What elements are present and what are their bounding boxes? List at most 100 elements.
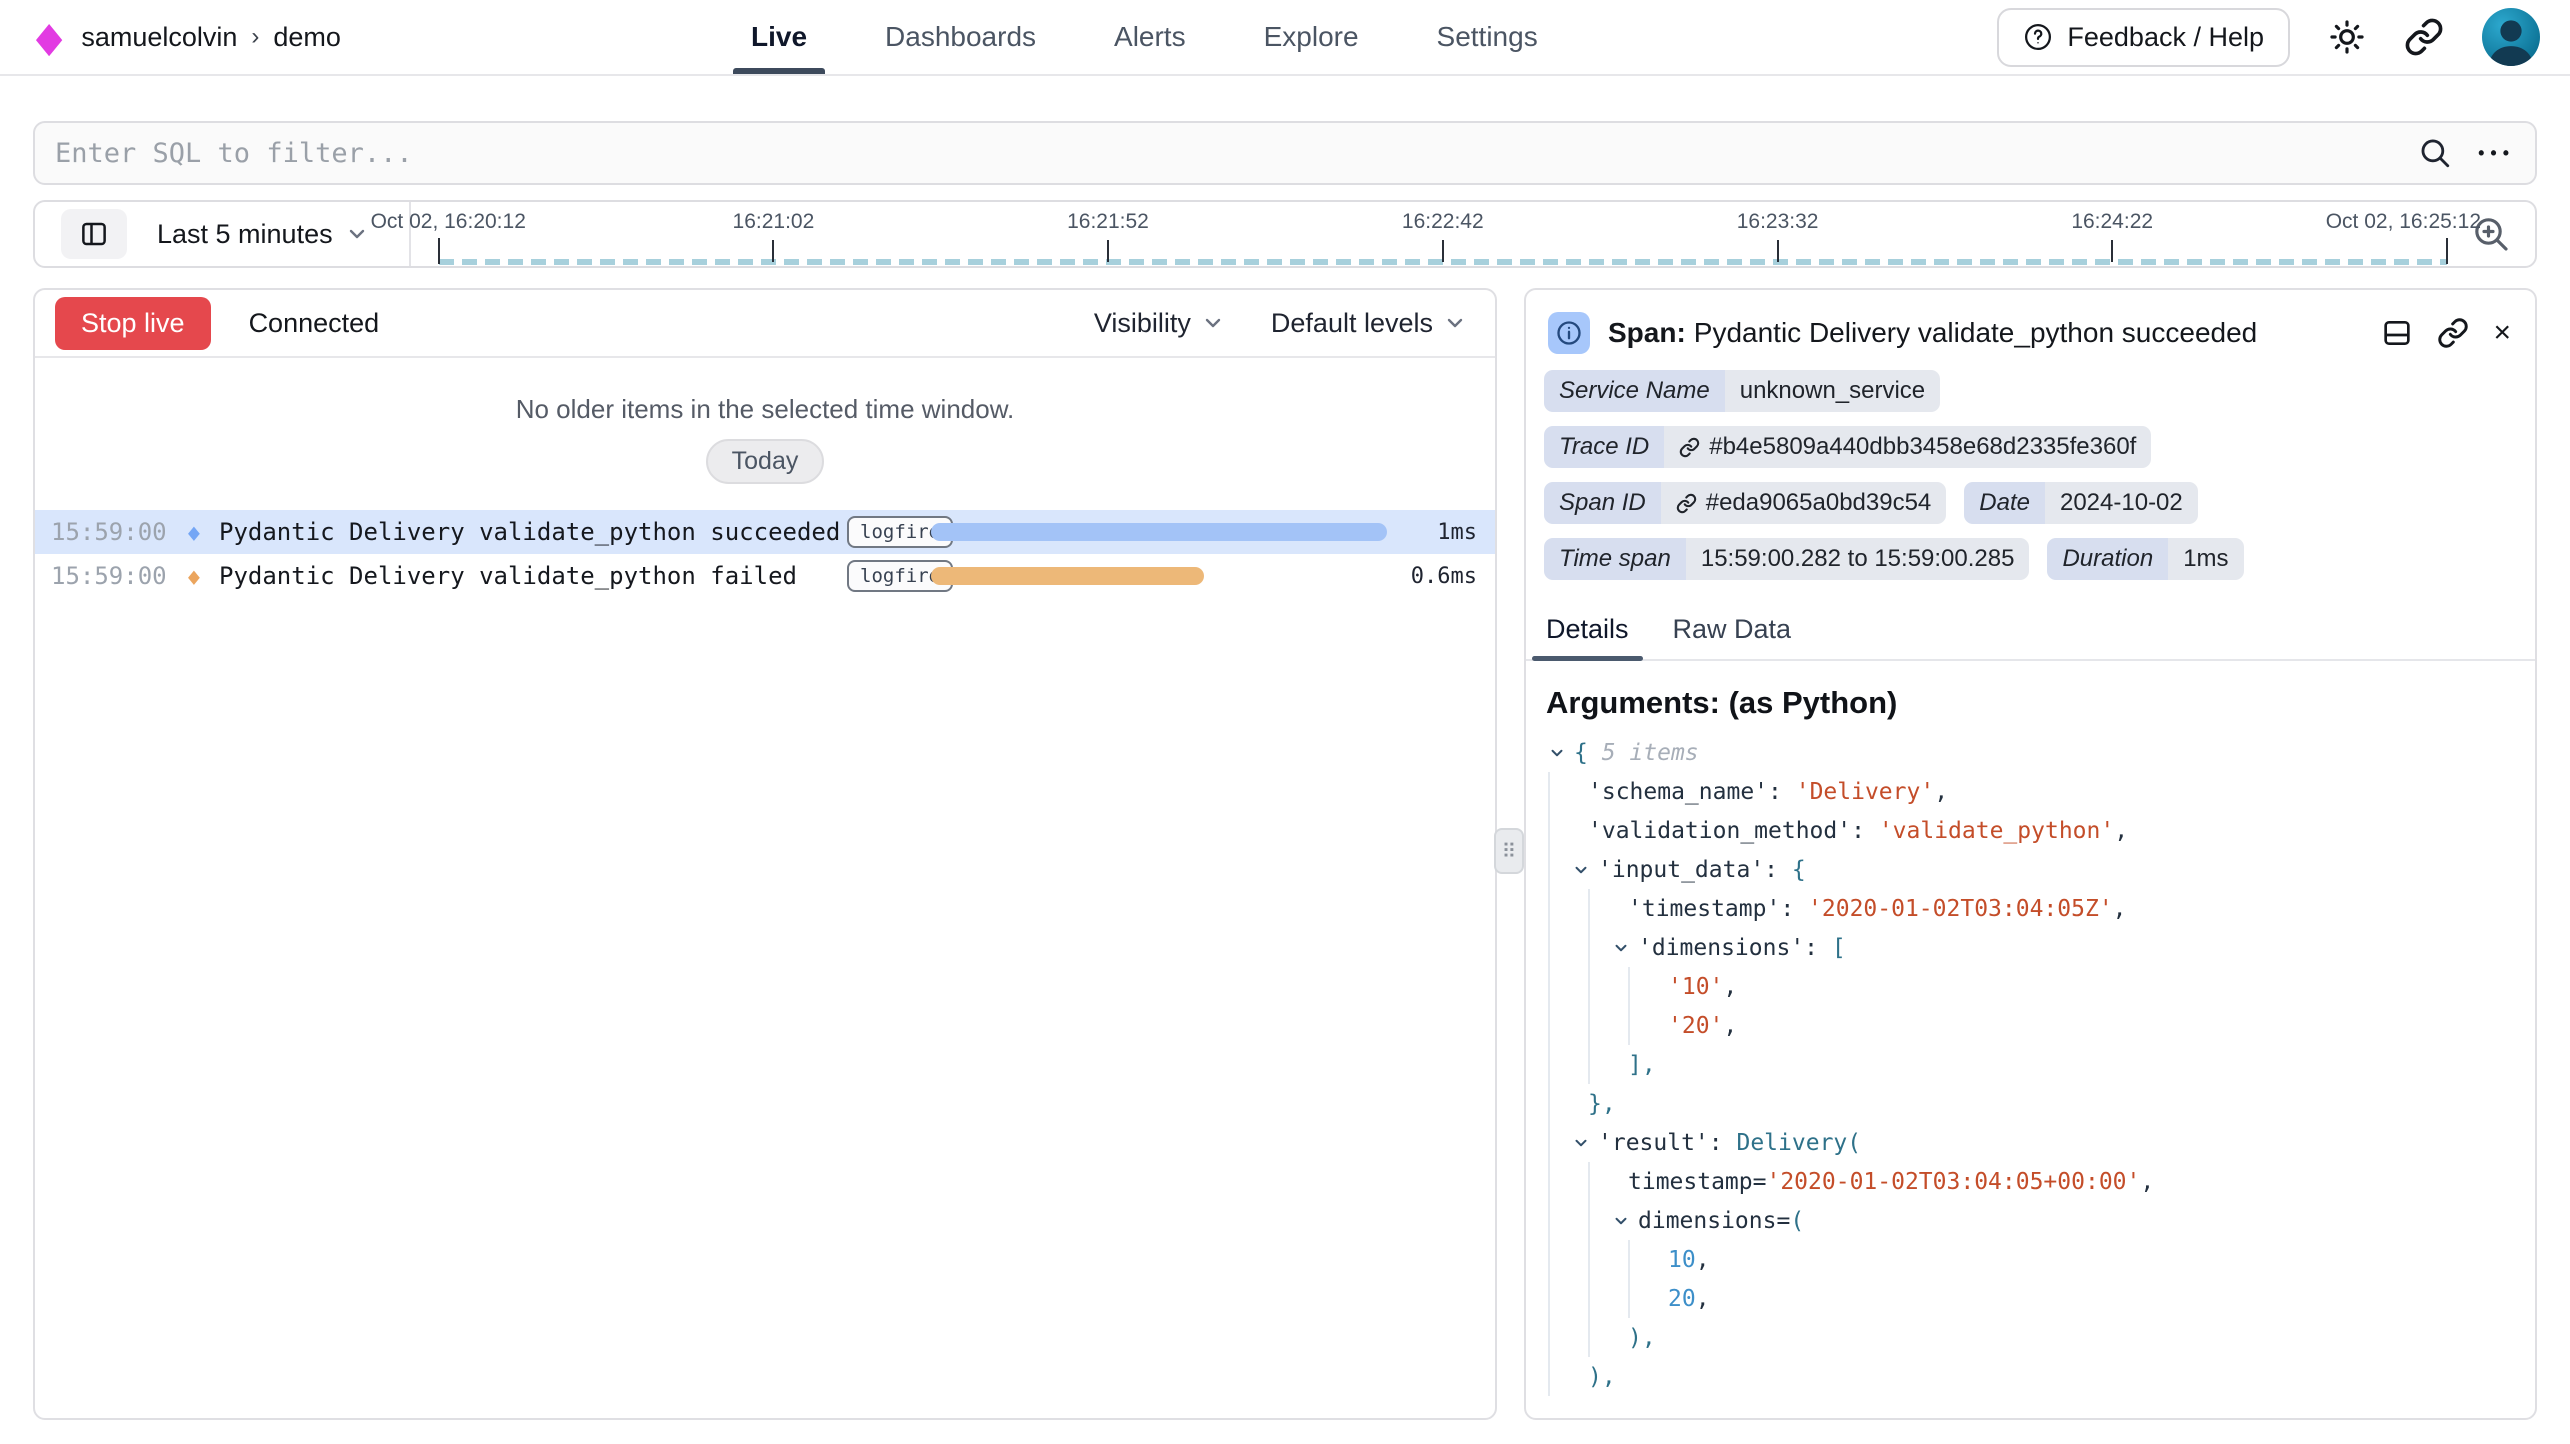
badge-value: 2024-10-02 [2045,482,2198,524]
log-row[interactable]: 15:59:00◆Pydantic Delivery validate_pyth… [35,510,1495,554]
code-line: 'dimensions': [ [1548,928,2535,967]
indent-guide [1628,967,1668,1006]
indent-guide [1548,1006,1588,1045]
timeline-tick [438,238,440,264]
code-line: '10', [1548,967,2535,1006]
question-circle-icon [2023,22,2053,52]
link-icon [2404,17,2444,57]
log-rows: 15:59:00◆Pydantic Delivery validate_pyth… [35,510,1495,598]
timeline[interactable]: Oct 02, 16:20:1216:21:0216:21:5216:22:42… [439,202,2447,266]
detail-tabs: Details Raw Data [1526,594,2535,661]
info-icon [1548,312,1590,354]
indent-guide [1588,1279,1628,1318]
code-token: Delivery( [1736,1130,1861,1156]
badge-duration[interactable]: Duration1ms [2047,538,2243,580]
badge-service-name[interactable]: Service Nameunknown_service [1544,370,1940,412]
code-token: 'schema_name' [1588,779,1768,805]
badge-label: Span ID [1544,482,1661,524]
code-token: ], [1628,1052,1656,1078]
code-token: : [1780,896,1808,922]
badge-time-span[interactable]: Time span15:59:00.282 to 15:59:00.285 [1544,538,2029,580]
default-levels-dropdown[interactable]: Default levels [1271,308,1467,339]
collapse-chevron-icon[interactable] [1572,861,1598,879]
code-token: { [1574,740,1588,766]
collapse-chevron-icon[interactable] [1548,744,1574,762]
tab-raw-data[interactable]: Raw Data [1673,614,1792,659]
tab-alerts[interactable]: Alerts [1108,0,1192,74]
indent-guide [1628,1279,1668,1318]
logfire-logo-icon[interactable]: ◆ [36,16,62,58]
timeline-tick-label: 16:21:02 [733,210,815,234]
main-nav: Live Dashboards Alerts Explore Settings [745,0,1544,74]
code-line: '20', [1548,1006,2535,1045]
indent-guide [1548,772,1588,811]
indent-guide [1548,1084,1588,1123]
code-line: dimensions=( [1548,1201,2535,1240]
live-feed-header: Stop live Connected Visibility Default l… [35,290,1495,358]
code-token: [ [1832,935,1846,961]
grip-dots-icon: ⠿ [1502,839,1517,864]
timeline-tick [772,240,774,262]
close-icon[interactable]: × [2493,318,2511,348]
sql-filter-input[interactable] [55,138,2418,169]
code-token: { [1792,857,1806,883]
avatar-silhouette-icon [2482,8,2540,66]
indent-guide [1548,1357,1588,1396]
badge-date[interactable]: Date2024-10-02 [1964,482,2197,524]
code-line: 10, [1548,1240,2535,1279]
tab-dashboards[interactable]: Dashboards [879,0,1042,74]
indent-guide [1548,928,1588,967]
feedback-help-label: Feedback / Help [2067,22,2264,53]
visibility-dropdown[interactable]: Visibility [1094,308,1225,339]
log-title: Pydantic Delivery validate_python failed [219,562,847,590]
badge-trace-id[interactable]: Trace ID#b4e5809a440dbb3458e68d2335fe360… [1544,426,2151,468]
code-line: }, [1548,1084,2535,1123]
panel-left-icon [79,219,109,249]
span-title: Span:Pydantic Delivery validate_python s… [1608,317,2257,349]
panel-resize-handle[interactable]: ⠿ [1494,828,1524,874]
badge-label: Service Name [1544,370,1725,412]
feedback-help-button[interactable]: Feedback / Help [1997,8,2290,67]
code-line: ], [1548,1045,2535,1084]
timeline-tick-label: Oct 02, 16:25:12 [2326,210,2481,234]
stop-live-button[interactable]: Stop live [55,297,211,350]
time-range-select[interactable]: Last 5 minutes [157,219,369,250]
visibility-label: Visibility [1094,308,1191,339]
time-range-label: Last 5 minutes [157,219,333,250]
arguments-heading: Arguments: (as Python) [1546,685,2535,721]
sidebar-toggle-button[interactable] [61,209,127,259]
tab-live[interactable]: Live [745,0,813,74]
badge-value: 15:59:00.282 to 15:59:00.285 [1686,538,2030,580]
badge-label: Date [1964,482,2045,524]
dock-bottom-icon[interactable] [2381,317,2413,349]
search-icon[interactable] [2418,136,2452,170]
level-diamond-icon: ◆ [188,562,216,590]
indent-guide [1548,1045,1588,1084]
log-title: Pydantic Delivery validate_python succee… [219,518,847,546]
indent-guide [1588,1006,1628,1045]
date-separator-chip: Today [706,439,825,484]
duration-label: 1ms [1437,520,1477,545]
code-token: ), [1628,1325,1656,1351]
collapse-chevron-icon[interactable] [1572,1134,1598,1152]
tab-details[interactable]: Details [1546,614,1629,659]
more-options-icon[interactable]: ••• [2478,143,2515,164]
share-link-button[interactable] [2404,17,2444,57]
tab-explore[interactable]: Explore [1258,0,1365,74]
code-line: 'input_data': { [1548,850,2535,889]
theme-toggle-button[interactable] [2328,18,2366,56]
breadcrumb-project[interactable]: demo [273,22,341,53]
copy-link-icon[interactable] [2437,317,2469,349]
tab-settings[interactable]: Settings [1431,0,1544,74]
log-row[interactable]: 15:59:00◆Pydantic Delivery validate_pyth… [35,554,1495,598]
log-timestamp: 15:59:00 [35,562,185,590]
code-token: 'dimensions' [1638,935,1804,961]
code-token: 'Delivery' [1796,779,1934,805]
breadcrumb-org[interactable]: samuelcolvin [81,22,237,53]
code-line: 20, [1548,1279,2535,1318]
code-token: , [2113,896,2127,922]
badge-span-id[interactable]: Span ID#eda9065a0bd39c54 [1544,482,1946,524]
collapse-chevron-icon[interactable] [1612,1212,1638,1230]
user-avatar[interactable] [2482,8,2540,66]
collapse-chevron-icon[interactable] [1612,939,1638,957]
